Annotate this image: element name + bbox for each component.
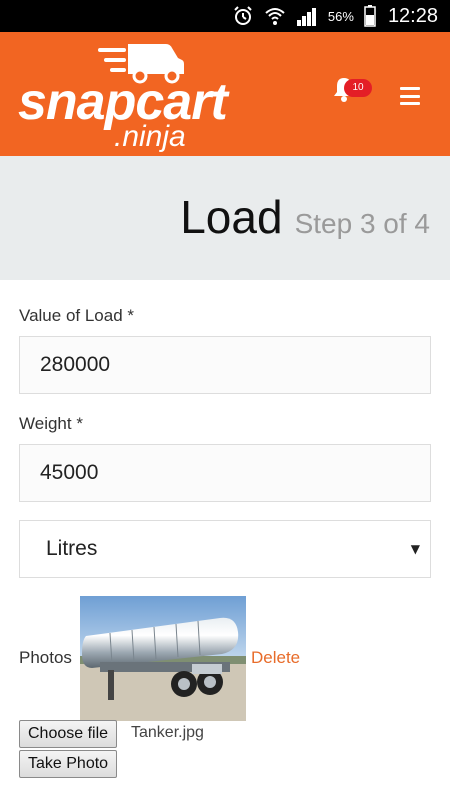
status-bar: 56% 12:28 (0, 0, 450, 32)
notifications-button[interactable] (332, 54, 360, 102)
brand-subname: .ninja (114, 120, 186, 153)
page-header: Load Step 3 of 4 (0, 156, 450, 280)
unit-select-value: Litres (46, 537, 98, 560)
signal-icon (296, 6, 318, 26)
choose-file-button[interactable]: Choose file (19, 720, 118, 748)
weight-label: Weight * (19, 414, 83, 433)
photos-label: Photos (19, 648, 72, 667)
hamburger-menu-icon[interactable] (400, 87, 420, 105)
take-photo-button[interactable]: Take Photo (19, 750, 118, 778)
value-of-load-label: Value of Load * (19, 306, 134, 325)
notification-count-badge: 10 (344, 79, 372, 97)
selected-file-name: Tanker.jpg (131, 724, 204, 741)
page-title: Load (180, 191, 283, 243)
status-time: 12:28 (387, 4, 438, 27)
app-header: snapcart .ninja 10 (0, 32, 450, 156)
wifi-icon (264, 5, 286, 27)
alarm-icon (232, 5, 254, 27)
dropdown-arrow-icon: ▼ (410, 542, 420, 556)
delete-photo-link[interactable]: Delete (251, 648, 300, 668)
step-indicator: Step 3 of 4 (294, 208, 430, 239)
value-of-load-input[interactable] (19, 336, 431, 394)
weight-input[interactable] (19, 444, 431, 502)
battery-percent: 56% (327, 8, 354, 24)
battery-icon (364, 5, 376, 27)
tanker-photo-thumbnail (80, 596, 246, 721)
unit-select[interactable]: Litres ▼ (19, 520, 431, 578)
brand-logo[interactable]: snapcart .ninja (18, 38, 258, 153)
